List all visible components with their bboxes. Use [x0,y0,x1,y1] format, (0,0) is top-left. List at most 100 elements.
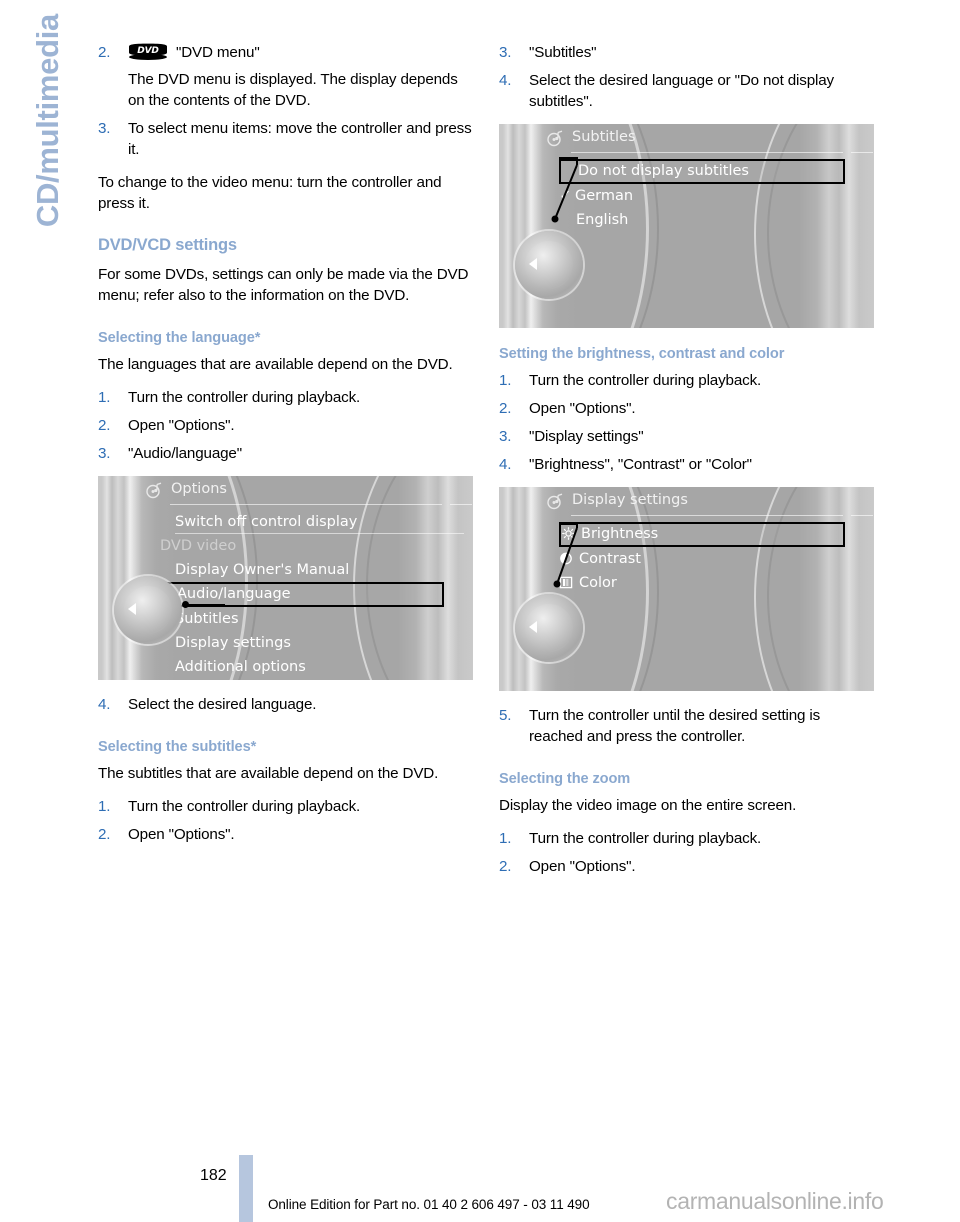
list-item: 2. Open "Options". [499,856,874,877]
step-text: Turn the controller until the desired se… [529,707,821,745]
step-number: 1. [98,389,111,406]
step-text: Turn the controller during playback. [128,798,361,815]
divider [851,152,873,153]
left-steps-top: 2. DVD "DVD menu" The DVD menu is displa… [98,42,473,160]
chapter-tab: CD/multimedia [0,0,96,420]
steps-selecting-subtitles: 1. Turn the controller during playback. … [98,796,473,845]
subsection-heading-selecting-subtitles: Selecting the subtitles* [98,739,257,755]
subsection-body-selecting-subtitles: The subtitles that are available depend … [98,765,439,782]
menu-item-label: Contrast [579,551,641,567]
step-text: "Brightness", "Contrast" or "Color" [529,456,752,473]
dvd-logo-icon: DVD [128,43,168,60]
left-arrow-icon [529,621,537,633]
divider [851,515,873,516]
menu-item-display-settings[interactable]: Display settings [158,631,468,655]
menu-item-switch-off-control-display[interactable]: Switch off control display [158,510,468,534]
menu-item-german[interactable]: ✓ German [559,184,869,208]
step-number: 2. [98,826,111,843]
step-number: 3. [499,428,512,445]
controller-knob[interactable] [511,590,587,666]
divider [170,504,442,505]
step-number: 4. [499,456,512,473]
step-number: 4. [98,696,111,713]
step-number: 3. [499,44,512,61]
step-number: 2. [98,44,111,61]
step-number: 1. [499,830,512,847]
step-text: Open "Options". [128,417,235,434]
divider [571,152,843,153]
subsection-heading-brightness-contrast-color: Setting the brightness, contrast and col… [499,346,785,362]
list-item: 4. "Brightness", "Contrast" or "Color" [499,454,874,475]
idrive-title: Display settings [572,492,688,508]
menu-item-contrast[interactable]: Contrast [559,547,869,571]
list-item: 1. Turn the controller during playback. [98,796,473,817]
step-text: Select the desired language or "Do not d… [529,72,834,110]
step-text: Open "Options". [128,826,235,843]
right-steps-top: 3. "Subtitles" 4. Select the desired lan… [499,42,874,112]
steps-selecting-language-4: 4. Select the desired language. [98,694,473,715]
idrive-title: Subtitles [572,129,636,145]
steps-selecting-language: 1. Turn the controller during playback. … [98,387,473,464]
step-text: Turn the controller during playback. [529,830,762,847]
menu-item-additional-options[interactable]: Additional options [158,655,468,679]
menu-item-display-owners-manual[interactable]: Display Owner's Manual [158,558,468,582]
list-item: 5. Turn the controller until the desired… [499,705,874,747]
step-text: Open "Options". [529,400,636,417]
subsection-heading-selecting-language: Selecting the language* [98,330,261,346]
step-number: 3. [98,120,111,137]
list-item: 4. Select the desired language or "Do no… [499,70,874,112]
steps-brightness-5: 5. Turn the controller until the desired… [499,705,874,747]
list-item: 1. Turn the controller during playback. [499,828,874,849]
cd-multimedia-icon [546,493,564,511]
check-icon: ✓ [559,188,572,204]
controller-knob[interactable] [511,227,587,303]
footer-accent-bar [239,1155,253,1222]
step-text: "Audio/language" [128,445,242,462]
right-column: 3. "Subtitles" 4. Select the desired lan… [499,42,874,889]
step-number: 2. [98,417,111,434]
steps-brightness: 1. Turn the controller during playback. … [499,370,874,475]
menu-item-label: German [575,188,634,204]
idrive-title: Options [171,481,227,497]
menu-item-subtitles[interactable]: Subtitles [158,607,468,631]
left-column: 2. DVD "DVD menu" The DVD menu is displa… [98,42,473,857]
list-item: 3. "Subtitles" [499,42,874,63]
list-item: 1. Turn the controller during playback. [499,370,874,391]
controller-knob[interactable] [110,572,186,648]
menu-item-brightness[interactable]: Brightness [559,522,845,547]
svg-text:DVD: DVD [137,46,159,56]
list-item: 2. DVD "DVD menu" The DVD menu is displa… [98,42,473,111]
sun-icon [561,526,578,540]
menu-item-audio-language[interactable]: Audio/language [158,582,444,607]
section-body-dvd-vcd-settings: For some DVDs, settings can only be made… [98,266,469,304]
step-number: 3. [98,445,111,462]
list-item: 3. "Audio/language" [98,443,473,464]
watermark-text: carmanualsonline.info [666,1188,884,1214]
step-number: 2. [499,400,512,417]
step-text: To select menu items: move the controlle… [128,120,472,158]
list-item: 2. Open "Options". [98,824,473,845]
color-icon [559,573,576,589]
menu-item-color[interactable]: Color [559,571,869,595]
step-text: "DVD menu" [176,44,260,61]
subsection-heading-selecting-zoom: Selecting the zoom [499,771,631,787]
list-item: 2. Open "Options". [499,398,874,419]
idrive-screenshot-options: Options Switch off control display DVD v… [98,476,473,680]
divider [450,504,472,505]
list-item: 2. Open "Options". [98,415,473,436]
idrive-menu-list: Do not display subtitles ✓ German English [559,159,869,232]
step-number: 4. [499,72,512,89]
list-item: 4. Select the desired language. [98,694,473,715]
contrast-icon [559,549,576,565]
step-number: 1. [499,372,512,389]
cd-multimedia-icon [546,130,564,148]
section-heading-dvd-vcd-settings: DVD/VCD settings [98,236,237,254]
subsection-body-selecting-language: The languages that are available depend … [98,356,453,373]
idrive-screenshot-subtitles: Subtitles Do not display subtitles ✓ Germ… [499,124,874,328]
idrive-titlebar: Subtitles [499,124,874,154]
menu-item-do-not-display-subtitles[interactable]: Do not display subtitles [559,159,845,184]
step-number: 5. [499,707,512,724]
menu-item-dvd-video: DVD video [160,538,237,554]
menu-item-english[interactable]: English [559,208,869,232]
list-item: 3. "Display settings" [499,426,874,447]
